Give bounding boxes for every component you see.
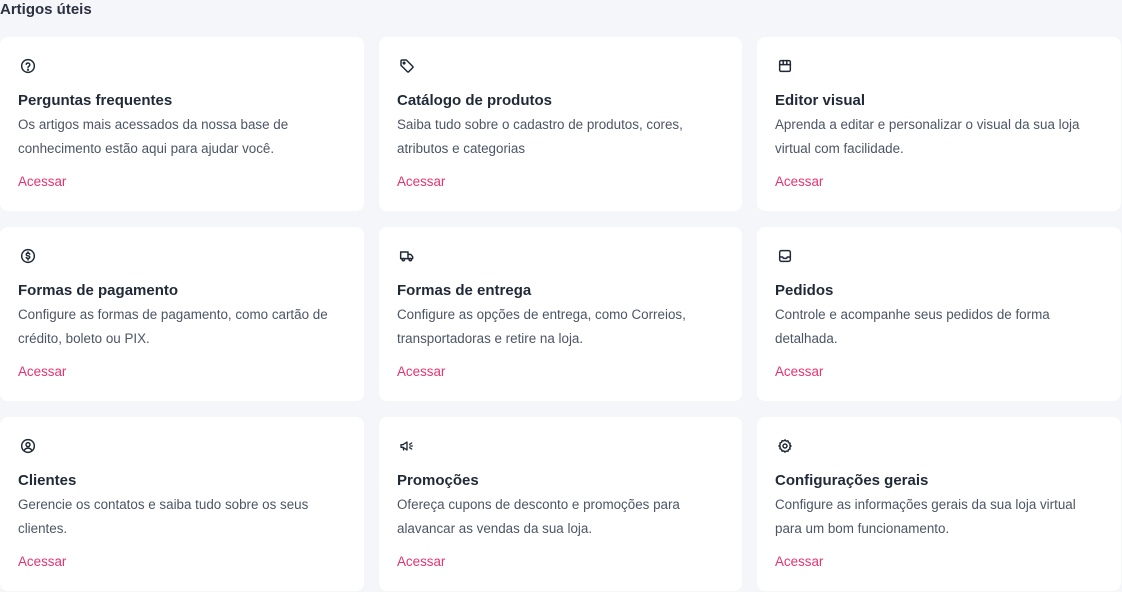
article-card-shipping: Formas de entrega Configure as opções de… — [379, 227, 742, 401]
article-card-catalog: Catálogo de produtos Saiba tudo sobre o … — [379, 37, 742, 211]
user-circle-icon — [17, 435, 39, 457]
access-link[interactable]: Acessar — [397, 173, 445, 191]
article-card-orders: Pedidos Controle e acompanhe seus pedido… — [757, 227, 1121, 401]
access-link[interactable]: Acessar — [775, 363, 823, 381]
card-title: Formas de entrega — [397, 282, 532, 299]
card-title: Pedidos — [775, 282, 834, 299]
access-link[interactable]: Acessar — [18, 173, 66, 191]
article-card-visual-editor: Editor visual Aprenda a editar e persona… — [757, 37, 1121, 211]
card-description: Configure as informações gerais da sua l… — [775, 497, 1076, 536]
access-link[interactable]: Acessar — [18, 363, 66, 381]
card-description: Os artigos mais acessados da nossa base … — [18, 117, 289, 156]
card-description: Saiba tudo sobre o cadastro de produtos,… — [397, 117, 683, 156]
card-title: Configurações gerais — [775, 472, 929, 489]
truck-icon — [396, 245, 418, 267]
card-title: Perguntas frequentes — [18, 92, 173, 109]
question-circle-icon — [17, 55, 39, 77]
gear-icon — [774, 435, 796, 457]
storefront-icon — [774, 55, 796, 77]
article-card-payment: Formas de pagamento Configure as formas … — [0, 227, 364, 401]
card-description: Controle e acompanhe seus pedidos de for… — [775, 307, 1050, 346]
tag-icon — [396, 55, 418, 77]
inbox-icon — [774, 245, 796, 267]
article-card-faq: Perguntas frequentes Os artigos mais ace… — [0, 37, 364, 211]
card-description: Ofereça cupons de desconto e promoções p… — [397, 497, 680, 536]
article-card-general-settings: Configurações gerais Configure as inform… — [757, 417, 1121, 591]
access-link[interactable]: Acessar — [775, 553, 823, 571]
card-description: Configure as opções de entrega, como Cor… — [397, 307, 686, 346]
articles-grid: Perguntas frequentes Os artigos mais ace… — [0, 37, 1121, 591]
page-title: Artigos úteis — [0, 1, 92, 18]
card-title: Clientes — [18, 472, 77, 489]
card-title: Formas de pagamento — [18, 282, 179, 299]
access-link[interactable]: Acessar — [397, 363, 445, 381]
card-title: Editor visual — [775, 92, 866, 109]
access-link[interactable]: Acessar — [775, 173, 823, 191]
card-description: Configure as formas de pagamento, como c… — [18, 307, 328, 346]
access-link[interactable]: Acessar — [18, 553, 66, 571]
card-title: Promoções — [397, 472, 479, 489]
article-card-promotions: Promoções Ofereça cupons de desconto e p… — [379, 417, 742, 591]
article-card-customers: Clientes Gerencie os contatos e saiba tu… — [0, 417, 364, 591]
card-description: Gerencie os contatos e saiba tudo sobre … — [18, 497, 309, 536]
card-title: Catálogo de produtos — [397, 92, 552, 109]
access-link[interactable]: Acessar — [397, 553, 445, 571]
megaphone-icon — [396, 435, 418, 457]
card-description: Aprenda a editar e personalizar o visual… — [775, 117, 1080, 156]
dollar-circle-icon — [17, 245, 39, 267]
